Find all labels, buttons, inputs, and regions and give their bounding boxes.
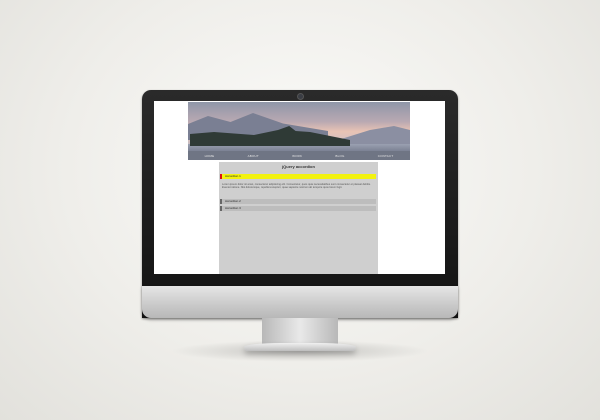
monitor-stand-base (244, 343, 356, 351)
main-navigation: HOME ABOUT WORK BLOG CONTACT (188, 151, 410, 160)
nav-item-home[interactable]: HOME (205, 154, 215, 158)
nav-item-about[interactable]: ABOUT (248, 154, 259, 158)
camera-icon (297, 93, 304, 100)
panel-title: jQuery accordion (282, 164, 315, 169)
nav-item-work[interactable]: WORK (292, 154, 302, 158)
accordion-header-1[interactable]: Accordion 1 (220, 174, 376, 179)
nav-item-contact[interactable]: CONTACT (378, 154, 394, 158)
nav-item-blog[interactable]: BLOG (335, 154, 344, 158)
accordion-panel: jQuery accordion Accordion 1 Lorem ipsum… (219, 162, 378, 274)
accordion-header-3[interactable]: Accordion 3 (220, 206, 376, 211)
header-banner-image (188, 102, 410, 151)
monitor-bezel: HOME ABOUT WORK BLOG CONTACT jQuery acco… (142, 90, 458, 318)
accordion-content-1: Lorem ipsum dolor sit amet, consectetur … (222, 183, 371, 190)
monitor-screen: HOME ABOUT WORK BLOG CONTACT jQuery acco… (154, 101, 445, 274)
monitor-stand-neck (262, 318, 338, 346)
monitor-chin (142, 286, 458, 318)
accordion-header-2[interactable]: Accordion 2 (220, 199, 376, 204)
